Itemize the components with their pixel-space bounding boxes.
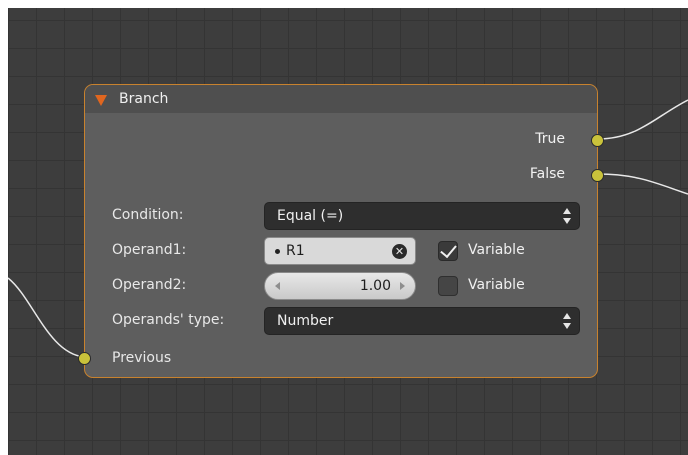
condition-value: Equal (=)	[277, 208, 344, 224]
previous-input-label: Previous	[112, 350, 172, 366]
operand1-variable-label: Variable	[468, 242, 525, 258]
collapse-triangle-icon[interactable]	[95, 95, 107, 106]
operand1-field[interactable]: R1 ✕	[264, 237, 416, 265]
operand2-variable-checkbox[interactable]	[438, 276, 458, 296]
operand2-value: 1.00	[359, 278, 391, 294]
operand2-variable-label: Variable	[468, 277, 525, 293]
operands-type-dropdown[interactable]: Number	[264, 307, 580, 335]
operand2-number-field[interactable]: 1.00	[264, 272, 416, 300]
decrement-arrow-icon[interactable]	[275, 282, 280, 290]
operand2-label: Operand2:	[112, 277, 187, 293]
previous-input-wire	[8, 277, 85, 358]
operand1-value: R1	[286, 243, 305, 259]
condition-dropdown[interactable]: Equal (=)	[264, 202, 580, 230]
operand1-label: Operand1:	[112, 242, 187, 258]
condition-label: Condition:	[112, 207, 184, 223]
bullet-icon	[275, 249, 280, 254]
false-output-wire	[597, 173, 688, 195]
output-label-true: True	[535, 131, 565, 147]
operand1-variable-checkbox[interactable]	[438, 240, 458, 261]
output-label-false: False	[529, 166, 565, 182]
increment-arrow-icon[interactable]	[400, 282, 405, 290]
checkmark-icon	[440, 240, 457, 259]
clear-x-icon[interactable]: ✕	[392, 244, 407, 259]
operands-type-label: Operands' type:	[112, 312, 225, 328]
branch-node[interactable]: Branch True False Condition: Equal (=) O…	[78, 84, 604, 378]
updown-arrows-icon	[563, 313, 571, 329]
previous-input-socket-icon[interactable]	[78, 352, 91, 365]
node-title: Branch	[119, 91, 169, 107]
operands-type-value: Number	[277, 313, 334, 329]
true-output-socket-icon[interactable]	[591, 134, 604, 147]
true-output-wire	[597, 99, 688, 140]
node-editor-canvas[interactable]: Branch True False Condition: Equal (=) O…	[8, 8, 688, 455]
node-header[interactable]: Branch	[85, 85, 597, 113]
updown-arrows-icon	[563, 208, 571, 224]
false-output-socket-icon[interactable]	[591, 169, 604, 182]
